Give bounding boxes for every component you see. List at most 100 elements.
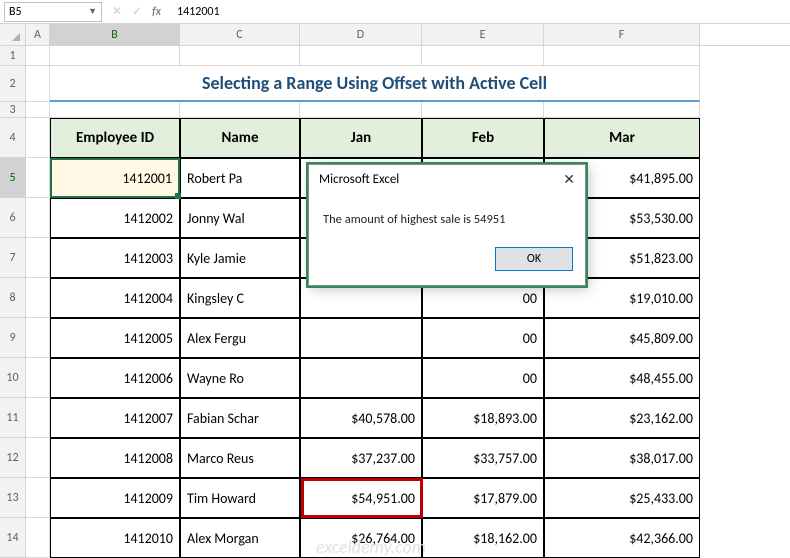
cell-name[interactable]: Robert Pa <box>180 158 300 198</box>
cell-mar[interactable]: $42,366.00 <box>544 518 700 558</box>
cell-jan[interactable] <box>300 318 422 358</box>
cell-name[interactable]: Wayne Ro <box>180 358 300 398</box>
table-row: 1412005Alex Fergu 00$45,809.00 <box>26 318 790 358</box>
accept-icon: ✓ <box>132 4 142 19</box>
name-box-dropdown-icon[interactable]: ▼ <box>88 6 97 17</box>
select-all-corner[interactable] <box>0 24 26 45</box>
cell[interactable] <box>26 118 50 158</box>
col-header-f[interactable]: F <box>544 24 700 45</box>
row-header-10[interactable]: 10 <box>0 358 26 398</box>
row-header-2[interactable]: 2 <box>0 66 26 102</box>
cell-jan[interactable]: $37,237.00 <box>300 438 422 478</box>
table-header-id[interactable]: Employee ID <box>50 118 180 158</box>
cell[interactable] <box>180 102 300 118</box>
cell[interactable] <box>26 358 50 398</box>
cell-name[interactable]: Alex Fergu <box>180 318 300 358</box>
cell[interactable] <box>544 102 700 118</box>
cell-name[interactable]: Alex Morgan <box>180 518 300 558</box>
cell[interactable] <box>26 398 50 438</box>
cell-jan[interactable] <box>300 358 422 398</box>
cell-feb[interactable]: $17,879.00 <box>422 478 544 518</box>
cell-id[interactable]: 1412008 <box>50 438 180 478</box>
cell[interactable] <box>50 102 180 118</box>
cell[interactable] <box>26 478 50 518</box>
name-box[interactable]: B5 ▼ <box>4 2 102 22</box>
row-header-12[interactable]: 12 <box>0 438 26 478</box>
table-row: 1412009Tim Howard$54,951.00$17,879.00$25… <box>26 478 790 518</box>
dialog-titlebar[interactable]: Microsoft Excel ✕ <box>309 165 585 194</box>
table-header-jan[interactable]: Jan <box>300 118 422 158</box>
cell-feb[interactable]: $18,162.00 <box>422 518 544 558</box>
cell-id[interactable]: 1412003 <box>50 238 180 278</box>
cell-mar[interactable]: $48,455.00 <box>544 358 700 398</box>
cell-mar[interactable]: $38,017.00 <box>544 438 700 478</box>
table-header-name[interactable]: Name <box>180 118 300 158</box>
cell-name[interactable]: Kyle Jamie <box>180 238 300 278</box>
cell[interactable] <box>544 46 700 66</box>
cell-id[interactable]: 1412009 <box>50 478 180 518</box>
table-header-feb[interactable]: Feb <box>422 118 544 158</box>
cell[interactable] <box>26 278 50 318</box>
table-header-mar[interactable]: Mar <box>544 118 700 158</box>
cell-id[interactable]: 1412001 <box>50 158 180 198</box>
col-header-c[interactable]: C <box>180 24 300 45</box>
cell-jan[interactable]: $54,951.00 <box>300 478 422 518</box>
fx-icon[interactable]: fx <box>152 5 161 19</box>
cell-name[interactable]: Tim Howard <box>180 478 300 518</box>
cell[interactable] <box>26 198 50 238</box>
cell[interactable] <box>26 66 50 102</box>
row-header-9[interactable]: 9 <box>0 318 26 358</box>
row-header-5[interactable]: 5 <box>0 158 26 198</box>
cell-name[interactable]: Kingsley C <box>180 278 300 318</box>
cell[interactable] <box>26 158 50 198</box>
col-header-d[interactable]: D <box>300 24 422 45</box>
cell-mar[interactable]: $45,809.00 <box>544 318 700 358</box>
cell[interactable] <box>180 46 300 66</box>
cell[interactable] <box>26 102 50 118</box>
row-header-14[interactable]: 14 <box>0 518 26 558</box>
row-header-3[interactable]: 3 <box>0 102 26 118</box>
cells[interactable]: Selecting a Range Using Offset with Acti… <box>26 46 790 558</box>
cell[interactable] <box>26 318 50 358</box>
row-header-7[interactable]: 7 <box>0 238 26 278</box>
formula-input[interactable]: 1412001 <box>171 5 786 19</box>
cell[interactable] <box>300 46 422 66</box>
row-header-1[interactable]: 1 <box>0 46 26 66</box>
cell-mar[interactable]: $25,433.00 <box>544 478 700 518</box>
ok-button[interactable]: OK <box>495 247 573 271</box>
cell-id[interactable]: 1412007 <box>50 398 180 438</box>
col-header-a[interactable]: A <box>26 24 50 45</box>
row-header-6[interactable]: 6 <box>0 198 26 238</box>
cell-id[interactable]: 1412004 <box>50 278 180 318</box>
col-header-b[interactable]: B <box>50 24 180 45</box>
cell-jan[interactable]: $40,578.00 <box>300 398 422 438</box>
cell[interactable] <box>26 238 50 278</box>
cell-name[interactable]: Marco Reus <box>180 438 300 478</box>
row-header-11[interactable]: 11 <box>0 398 26 438</box>
cell-feb[interactable]: $33,757.00 <box>422 438 544 478</box>
cell-id[interactable]: 1412006 <box>50 358 180 398</box>
cell-feb[interactable]: 00 <box>422 358 544 398</box>
cell-id[interactable]: 1412010 <box>50 518 180 558</box>
cell[interactable] <box>26 518 50 558</box>
row-header-13[interactable]: 13 <box>0 478 26 518</box>
cell[interactable] <box>422 102 544 118</box>
cell[interactable] <box>26 46 50 66</box>
cell-feb[interactable]: $18,893.00 <box>422 398 544 438</box>
cell[interactable] <box>422 46 544 66</box>
col-header-e[interactable]: E <box>422 24 544 45</box>
cell-feb[interactable]: 00 <box>422 318 544 358</box>
cell-jan[interactable]: $26,764.00 <box>300 518 422 558</box>
row-header-8[interactable]: 8 <box>0 278 26 318</box>
cell-name[interactable]: Jonny Wal <box>180 198 300 238</box>
cell[interactable] <box>26 438 50 478</box>
cell-id[interactable]: 1412005 <box>50 318 180 358</box>
page-title[interactable]: Selecting a Range Using Offset with Acti… <box>50 66 700 102</box>
cell-id[interactable]: 1412002 <box>50 198 180 238</box>
row-header-4[interactable]: 4 <box>0 118 26 158</box>
cell[interactable] <box>50 46 180 66</box>
cell-mar[interactable]: $23,162.00 <box>544 398 700 438</box>
close-icon[interactable]: ✕ <box>563 171 575 188</box>
cell[interactable] <box>300 102 422 118</box>
cell-name[interactable]: Fabian Schar <box>180 398 300 438</box>
